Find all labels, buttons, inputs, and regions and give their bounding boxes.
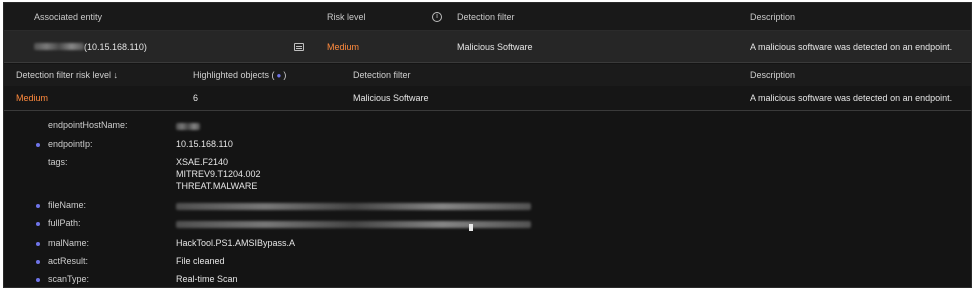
outer-table-header: Associated entity Risk level i Detection… bbox=[4, 3, 971, 31]
highlight-dot-icon bbox=[36, 278, 40, 282]
highlighted-objects-close: ) bbox=[283, 70, 287, 80]
inner-description-value: A malicious software was detected on an … bbox=[750, 93, 953, 103]
detection-filter-value: Malicious Software bbox=[457, 41, 533, 52]
header-associated-entity[interactable]: Associated entity bbox=[34, 3, 102, 30]
detail-key: fullPath: bbox=[48, 218, 81, 228]
info-icon[interactable]: i bbox=[432, 3, 442, 30]
risk-level-value: Medium bbox=[327, 41, 360, 52]
entity-card-icon[interactable] bbox=[294, 31, 304, 62]
detection-details-panel: Associated entity Risk level i Detection… bbox=[3, 2, 972, 288]
outer-table-row[interactable]: (10.15.168.110) Medium Malicious Softwar… bbox=[4, 31, 971, 63]
detail-value: 10.15.168.110 bbox=[176, 139, 233, 149]
detail-value-redacted bbox=[176, 122, 200, 134]
header-description[interactable]: Description bbox=[750, 3, 795, 30]
associated-entity[interactable]: (10.15.168.110) bbox=[34, 31, 147, 62]
detail-value-tag: THREAT.MALWARE bbox=[176, 181, 258, 191]
detail-key: endpointHostName: bbox=[48, 120, 128, 130]
text-cursor-icon bbox=[469, 224, 473, 231]
detail-value-tag: MITREV9.T1204.002 bbox=[176, 169, 261, 179]
header-detection-filter[interactable]: Detection filter bbox=[457, 3, 515, 30]
inner-risk-value: Medium bbox=[16, 93, 49, 103]
highlighted-count: 6 bbox=[193, 93, 199, 103]
detail-value-tag: XSAE.F2140 bbox=[176, 157, 229, 167]
header-inner-detection-filter[interactable]: Detection filter bbox=[353, 64, 411, 86]
detail-key: tags: bbox=[48, 157, 68, 167]
redacted-hostname bbox=[34, 43, 84, 50]
highlight-dot-icon bbox=[36, 242, 40, 246]
detail-key: malName: bbox=[48, 238, 90, 248]
inner-table-header: Detection filter risk level ↓ Highlighte… bbox=[4, 64, 971, 86]
inner-table-row[interactable]: Medium 6 Malicious Software A malicious … bbox=[4, 86, 971, 110]
highlight-dot-icon: ● bbox=[276, 70, 282, 80]
highlight-dot-icon bbox=[36, 222, 40, 226]
detail-value-redacted bbox=[176, 220, 531, 232]
header-highlighted-objects[interactable]: Highlighted objects ( ● ) bbox=[193, 64, 286, 86]
detail-key: scanType: bbox=[48, 274, 90, 284]
detail-value: File cleaned bbox=[176, 256, 225, 266]
description-value: A malicious software was detected on an … bbox=[750, 41, 953, 52]
inner-filter-value: Malicious Software bbox=[353, 93, 429, 103]
highlighted-objects-label: Highlighted objects ( bbox=[193, 70, 275, 80]
detail-value: Real-time Scan bbox=[176, 274, 238, 284]
header-inner-description[interactable]: Description bbox=[750, 64, 795, 86]
header-filter-risk-level[interactable]: Detection filter risk level ↓ bbox=[16, 64, 118, 86]
highlight-dot-icon bbox=[36, 143, 40, 147]
detail-value-redacted bbox=[176, 202, 531, 214]
highlight-dot-icon bbox=[36, 260, 40, 264]
detection-detail-list: endpointHostName: endpointIp: 10.15.168.… bbox=[4, 111, 971, 287]
detail-key: endpointIp: bbox=[48, 139, 93, 149]
detail-key: fileName: bbox=[48, 200, 87, 210]
detail-value: HackTool.PS1.AMSIBypass.A bbox=[176, 238, 296, 248]
entity-ip: (10.15.168.110) bbox=[84, 41, 147, 52]
header-risk-level[interactable]: Risk level bbox=[327, 3, 366, 30]
highlight-dot-icon bbox=[36, 204, 40, 208]
detail-key: actResult: bbox=[48, 256, 89, 266]
